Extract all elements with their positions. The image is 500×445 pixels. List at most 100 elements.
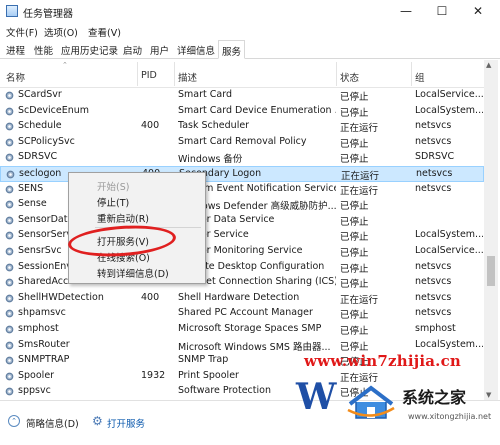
service-pid-cell: 1932 xyxy=(141,369,166,381)
column-group-header[interactable]: 组 xyxy=(415,70,425,84)
column-pid-header[interactable]: PID xyxy=(141,70,157,81)
service-name-cell: SDRSVC xyxy=(18,151,58,163)
service-row[interactable]: ScDeviceEnum Smart Card Device Enumeratio… xyxy=(0,104,484,120)
tab-performance[interactable]: 性能 xyxy=(34,43,53,57)
tab-bar: 进程 性能 应用历史记录 启动 用户 详细信息 服务 xyxy=(0,40,500,59)
tab-services[interactable]: 服务 xyxy=(218,40,246,59)
tab-app-history[interactable]: 应用历史记录 xyxy=(61,43,118,57)
service-description-cell: Microsoft Windows SMS 路由器... xyxy=(178,341,331,353)
service-group-cell: netsvcs xyxy=(415,307,452,319)
service-name-cell: ScDeviceEnum xyxy=(18,104,90,116)
service-description-cell: Shared PC Account Manager xyxy=(178,307,313,319)
service-name-cell: shpamsvc xyxy=(18,307,66,319)
services-gear-icon[interactable]: ⚙ xyxy=(92,414,103,428)
service-group-cell: netsvcs xyxy=(415,291,452,303)
service-row[interactable]: smphost Microsoft Storage Spaces SMP 已停止 sm… xyxy=(0,322,484,338)
column-divider[interactable] xyxy=(174,62,175,86)
service-group-cell: LocalService... xyxy=(415,89,483,100)
menu-item-stop[interactable]: 停止(T) xyxy=(97,195,129,209)
service-status-cell: 已停止 xyxy=(340,248,369,259)
service-row[interactable]: SDRSVC Windows 备份 已停止 SDRSVC xyxy=(0,150,484,166)
title-bar: 任务管理器 — ☐ ✕ xyxy=(0,0,500,24)
menu-view[interactable]: 查看(V) xyxy=(88,25,121,39)
tab-details[interactable]: 详细信息 xyxy=(177,43,215,57)
service-group-cell: netsvcs xyxy=(415,135,452,147)
service-gear-icon xyxy=(5,200,14,209)
tab-processes[interactable]: 进程 xyxy=(6,43,25,57)
sort-ascending-icon: ⌃ xyxy=(62,61,68,69)
service-status-cell: 已停止 xyxy=(340,154,369,166)
column-divider[interactable] xyxy=(137,62,138,86)
minimize-button[interactable]: — xyxy=(388,2,424,22)
service-row[interactable]: SCPolicySvc Smart Card Removal Policy 已停止 n… xyxy=(0,135,484,151)
service-status-cell: 已停止 xyxy=(340,310,369,322)
service-gear-icon xyxy=(5,216,14,225)
column-status-header[interactable]: 状态 xyxy=(340,70,359,84)
service-description-cell: Microsoft Storage Spaces SMP xyxy=(178,323,322,334)
service-description-cell: Smart Card xyxy=(178,89,232,100)
chevron-up-icon[interactable]: ⌃ xyxy=(8,415,20,427)
service-status-cell: 已停止 xyxy=(340,138,369,150)
service-gear-icon xyxy=(5,91,14,100)
menu-bar: 文件(F) 选项(O) 查看(V) xyxy=(0,24,500,40)
service-gear-icon xyxy=(5,154,14,162)
service-status-cell: 已停止 xyxy=(340,201,369,213)
service-gear-icon xyxy=(5,107,14,115)
menu-item-restart[interactable]: 重新启动(R) xyxy=(97,211,149,225)
service-gear-icon xyxy=(5,122,14,131)
service-description-cell: Smart Card Device Enumeration ... xyxy=(178,104,336,116)
service-gear-icon xyxy=(5,356,14,365)
service-group-cell: netsvcs xyxy=(415,276,452,288)
tab-startup[interactable]: 启动 xyxy=(123,43,142,57)
service-status-cell: 正在运行 xyxy=(340,185,379,197)
scroll-up-icon[interactable]: ▲ xyxy=(486,61,491,69)
service-row[interactable]: SmsRouter Microsoft Windows SMS 路由器... 已停止… xyxy=(0,338,484,354)
menu-file[interactable]: 文件(F) xyxy=(6,25,38,39)
service-status-cell: 已停止 xyxy=(340,92,369,103)
service-name-cell: smphost xyxy=(18,323,59,334)
service-row[interactable]: Schedule 400 Task Scheduler 正在运行 netsvcs xyxy=(0,119,484,135)
column-divider[interactable] xyxy=(411,62,412,86)
service-row[interactable]: ShellHWDetection 400 Shell Hardware Detect… xyxy=(0,291,484,307)
service-row[interactable]: shpamsvc Shared PC Account Manager 已停止 nets… xyxy=(0,306,484,322)
service-status-cell: 已停止 xyxy=(340,263,369,275)
service-row[interactable]: SCardSvr Smart Card 已停止 LocalService... xyxy=(0,88,484,104)
scrollbar-thumb[interactable] xyxy=(487,256,495,286)
service-name-cell: sppsvc xyxy=(18,385,51,397)
watermark-url: www.win7zhijia.cn xyxy=(304,352,462,370)
menu-item-go-to-details[interactable]: 转到详细信息(D) xyxy=(97,266,169,280)
watermark-brand: 系统之家 xyxy=(402,388,467,407)
menu-item-start[interactable]: 开始(S) xyxy=(97,179,129,193)
service-gear-icon xyxy=(5,263,14,271)
service-name-cell: ShellHWDetection xyxy=(18,291,104,303)
service-gear-icon xyxy=(5,247,14,256)
service-gear-icon xyxy=(6,170,15,179)
service-status-cell: 已停止 xyxy=(340,326,369,337)
fewer-details-link[interactable]: 简略信息(D) xyxy=(26,416,79,430)
service-gear-icon xyxy=(5,138,14,147)
service-status-cell: 已停止 xyxy=(340,107,369,119)
open-services-link[interactable]: 打开服务 xyxy=(107,416,145,430)
menu-options[interactable]: 选项(O) xyxy=(44,25,78,39)
close-button[interactable]: ✕ xyxy=(460,2,496,22)
vertical-scrollbar[interactable]: ▲ ▼ xyxy=(484,60,498,400)
service-status-cell: 已停止 xyxy=(340,216,369,228)
service-gear-icon xyxy=(5,310,14,318)
service-status-cell: 已停止 xyxy=(340,232,369,244)
column-divider[interactable] xyxy=(336,62,337,86)
service-name-cell: SNMPTRAP xyxy=(18,354,70,366)
maximize-button[interactable]: ☐ xyxy=(424,2,460,22)
watermark-domain: www.xitongzhijia.net xyxy=(408,412,492,421)
service-gear-icon xyxy=(5,341,14,349)
service-description-cell: Windows 备份 xyxy=(178,154,243,166)
service-gear-icon xyxy=(5,294,14,303)
column-header-row: ⌃ 名称 PID 描述 状态 组 xyxy=(0,60,490,88)
service-pid-cell: 400 xyxy=(141,120,160,132)
service-group-cell: LocalSystem... xyxy=(415,229,483,241)
tab-users[interactable]: 用户 xyxy=(150,43,169,57)
service-name-cell: SCardSvr xyxy=(18,89,62,100)
watermark-letter: W xyxy=(296,376,337,418)
column-desc-header[interactable]: 描述 xyxy=(178,70,197,84)
service-group-cell: LocalSystem... xyxy=(415,104,483,116)
column-name-header[interactable]: 名称 xyxy=(6,70,25,84)
